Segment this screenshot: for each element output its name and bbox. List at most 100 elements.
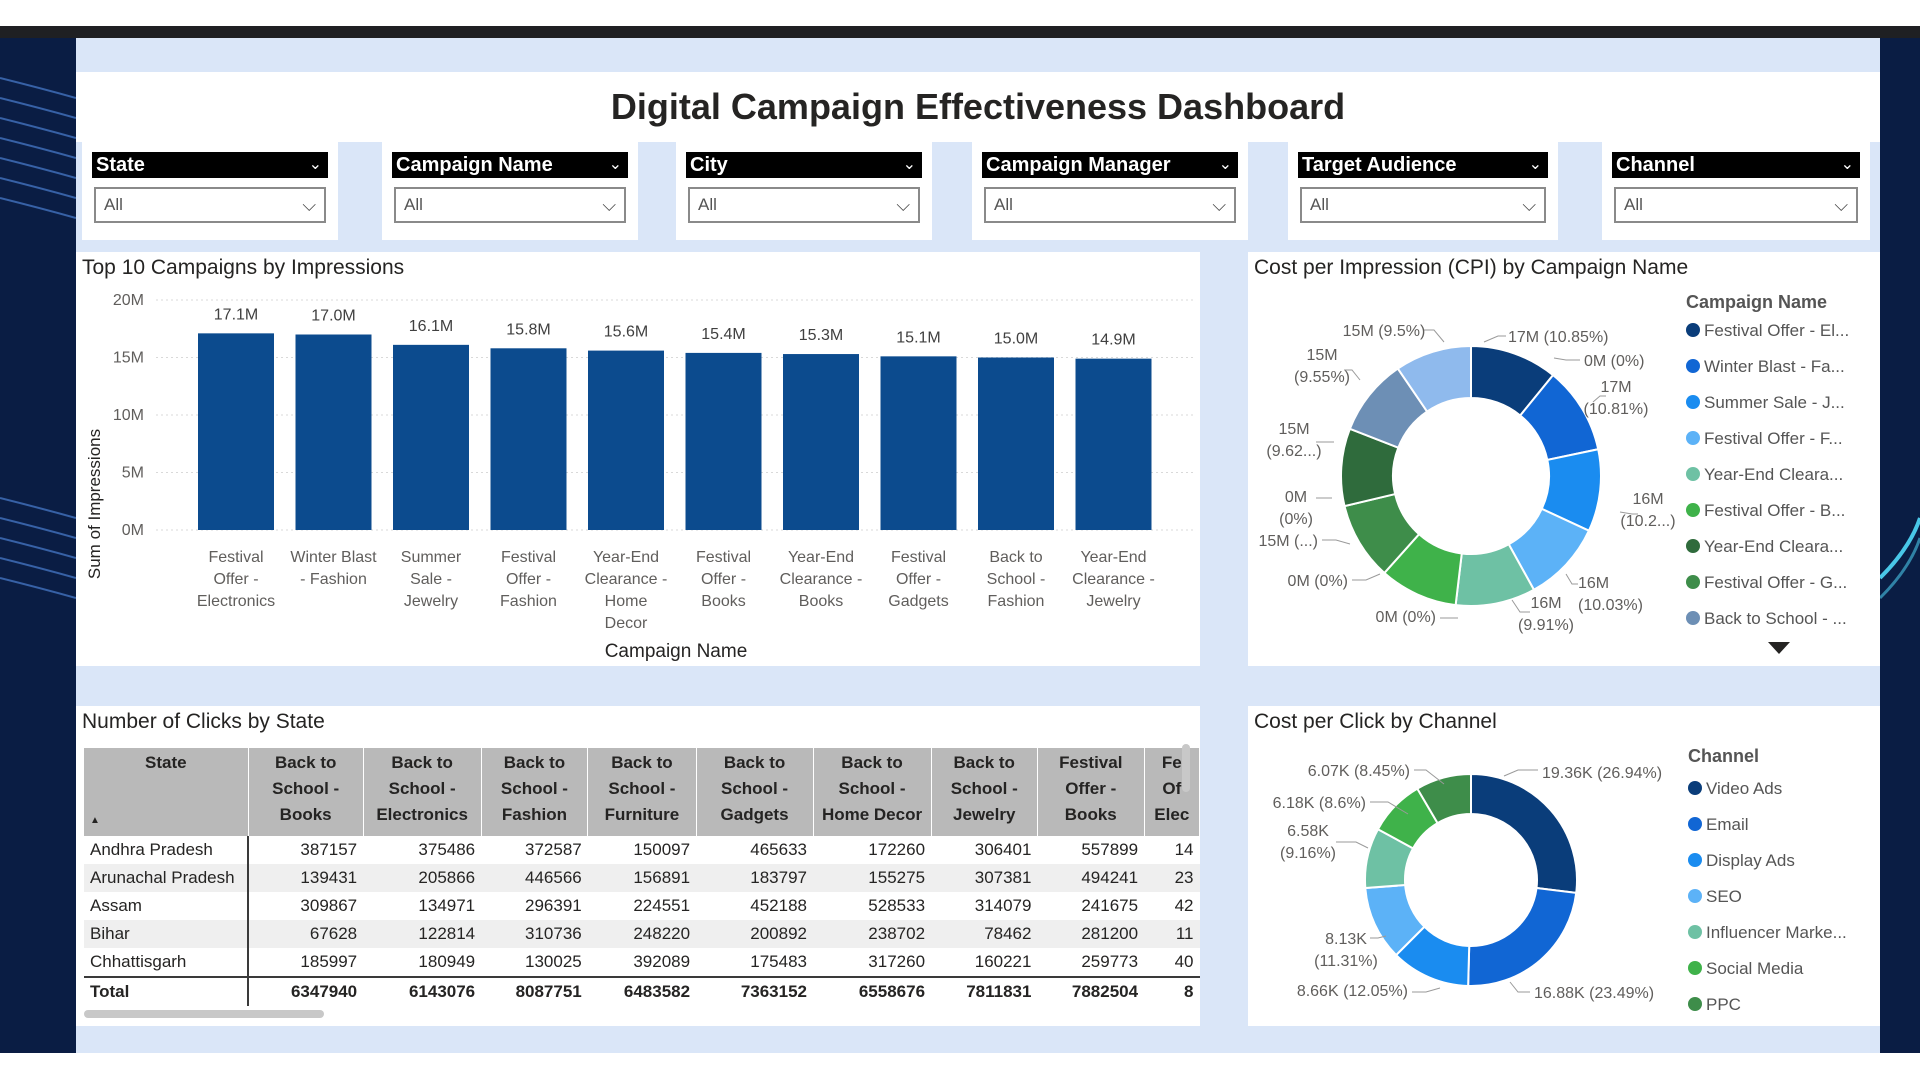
clicks-cell: 14 bbox=[1174, 840, 1194, 859]
legend-marker bbox=[1686, 503, 1700, 517]
bar[interactable] bbox=[295, 334, 372, 531]
legend-item[interactable]: Festival Offer - G... bbox=[1704, 573, 1847, 592]
legend-item[interactable]: Social Media bbox=[1706, 959, 1804, 978]
clicks-cell: 67628 bbox=[248, 920, 364, 948]
table-row[interactable]: Chhattisgarh 185997 180949 130025 392089 1754… bbox=[84, 948, 1200, 977]
table-row[interactable]: Bihar 67628 122814 310736 248220 200892 238702… bbox=[84, 920, 1200, 948]
column-header[interactable]: Festival Offer - Books bbox=[1037, 748, 1145, 836]
chevron-down-icon[interactable]: ⌄ bbox=[1529, 152, 1542, 178]
legend-item[interactable]: Winter Blast - Fa... bbox=[1704, 357, 1845, 376]
legend-item[interactable]: Festival Offer - B... bbox=[1704, 501, 1845, 520]
chevron-down-icon[interactable]: ⌵ bbox=[302, 189, 316, 221]
y-tick-label: 20M bbox=[113, 292, 144, 309]
legend-item[interactable]: PPC bbox=[1706, 995, 1741, 1014]
bar[interactable] bbox=[783, 354, 859, 530]
chevron-down-icon[interactable]: ⌄ bbox=[609, 152, 622, 178]
slice-data-label: 15M (9.62...) bbox=[1266, 421, 1321, 460]
bar[interactable] bbox=[588, 350, 664, 530]
column-header[interactable]: Back to School - Furniture bbox=[587, 748, 697, 836]
bar[interactable] bbox=[978, 357, 1054, 531]
table-row[interactable]: Arunachal Pradesh 139431 205866 446566 15689… bbox=[84, 864, 1200, 892]
chevron-down-icon[interactable]: ⌵ bbox=[602, 189, 616, 221]
table-row[interactable]: Andhra Pradesh 387157 375486 372587 150097 46… bbox=[84, 836, 1200, 864]
donut-slice[interactable] bbox=[1470, 772, 1578, 895]
bar[interactable] bbox=[393, 344, 469, 530]
chevron-down-icon[interactable]: ⌵ bbox=[1522, 189, 1536, 221]
column-header-text: Back to bbox=[611, 753, 673, 772]
slicer-dropdown[interactable]: All ⌵ bbox=[984, 187, 1236, 223]
bar[interactable] bbox=[1075, 358, 1152, 530]
legend-marker bbox=[1688, 817, 1702, 831]
chevron-down-icon[interactable]: ⌵ bbox=[1834, 189, 1848, 221]
slice-data-label: 0M (0%) bbox=[1279, 489, 1313, 528]
chevron-down-icon[interactable]: ⌄ bbox=[309, 152, 322, 178]
slicer-header: Channel ⌄ bbox=[1612, 152, 1860, 178]
right-decorative-panel bbox=[1880, 38, 1920, 1053]
bar[interactable] bbox=[685, 352, 762, 530]
horizontal-scrollbar[interactable] bbox=[84, 1010, 324, 1018]
total-cell: 6143076 bbox=[363, 976, 482, 1006]
legend-item[interactable]: Influencer Marke... bbox=[1706, 923, 1847, 942]
slice-data-label: 8.66K (12.05%) bbox=[1297, 983, 1408, 1000]
column-header[interactable]: Back to School - Home Decor bbox=[813, 748, 932, 836]
table-row[interactable]: Assam 309867 134971 296391 224551 452188 52853… bbox=[84, 892, 1200, 920]
vertical-scrollbar[interactable] bbox=[1182, 744, 1190, 792]
slice-data-label: 16M (9.91%) bbox=[1518, 595, 1574, 634]
legend-item[interactable]: Email bbox=[1706, 815, 1749, 834]
legend-marker bbox=[1686, 575, 1700, 589]
column-header[interactable]: State ▲ bbox=[84, 748, 249, 836]
slice-data-label: 19.36K (26.94%) bbox=[1542, 765, 1662, 782]
x-tick-label: Year-End Clearance -Home Decor bbox=[585, 549, 668, 632]
slicer-campaign-manager: Campaign Manager ⌄ All ⌵ bbox=[972, 142, 1248, 240]
legend-item[interactable]: Festival Offer - El... bbox=[1704, 321, 1849, 340]
cpc-donut-chart: Channel 19.36K (26.94%) 16.88K (23.49%) 8.… bbox=[1273, 746, 1847, 1014]
chevron-down-icon[interactable]: ⌄ bbox=[1219, 152, 1232, 178]
clicks-cell: 557899 bbox=[1081, 840, 1139, 859]
clicks-cell: 387157 bbox=[300, 840, 358, 859]
legend-item[interactable]: Back to School - ... bbox=[1704, 609, 1847, 628]
clicks-table-panel: Number of Clicks by State State ▲ Back to S… bbox=[76, 706, 1201, 1026]
bar[interactable] bbox=[880, 356, 957, 530]
slicer-dropdown[interactable]: All ⌵ bbox=[1300, 187, 1546, 223]
legend-item[interactable]: Display Ads bbox=[1706, 851, 1795, 870]
chevron-down-icon[interactable]: ⌄ bbox=[903, 152, 916, 178]
column-header[interactable]: Back to School - Books bbox=[248, 748, 364, 836]
legend-item[interactable]: SEO bbox=[1706, 887, 1742, 906]
column-header[interactable]: Back to School - Gadgets bbox=[696, 748, 814, 836]
cpi-donut-chart: Campaign Name 17M (10.85%) 0M (0%) 17M (10.… bbox=[1258, 292, 1849, 654]
slice-data-label: 16.88K (23.49%) bbox=[1534, 985, 1654, 1002]
column-header-text: School - bbox=[500, 779, 568, 798]
slicer-title: State bbox=[96, 154, 145, 176]
legend-item[interactable]: Video Ads bbox=[1706, 779, 1782, 798]
bar[interactable] bbox=[198, 333, 274, 530]
legend-scroll-down-icon[interactable] bbox=[1768, 642, 1790, 654]
legend-item[interactable]: Festival Offer - F... bbox=[1704, 429, 1843, 448]
clicks-cell: 42 bbox=[1174, 896, 1194, 915]
slicer-dropdown[interactable]: All ⌵ bbox=[394, 187, 626, 223]
slicer-dropdown[interactable]: All ⌵ bbox=[688, 187, 920, 223]
bar[interactable] bbox=[490, 348, 567, 530]
column-header[interactable]: Back to School - Electronics bbox=[363, 748, 482, 836]
legend-item[interactable]: Summer Sale - J... bbox=[1704, 393, 1845, 412]
column-header[interactable]: Back to School - Fashion bbox=[481, 748, 589, 836]
slice-data-label: 6.58K (9.16%) bbox=[1280, 823, 1336, 862]
total-cell: 7882504 bbox=[1037, 976, 1145, 1006]
slicer-dropdown[interactable]: All ⌵ bbox=[1614, 187, 1858, 223]
legend-marker bbox=[1686, 359, 1700, 373]
chevron-down-icon[interactable]: ⌵ bbox=[1212, 189, 1226, 221]
sort-ascending-icon[interactable]: ▲ bbox=[90, 808, 100, 834]
slicer-value: All bbox=[994, 195, 1013, 214]
chevron-down-icon[interactable]: ⌵ bbox=[896, 189, 910, 221]
column-header-text: Furniture bbox=[604, 805, 680, 824]
legend-item[interactable]: Year-End Cleara... bbox=[1704, 465, 1843, 484]
x-tick-label: Summer Sale -Jewelry bbox=[401, 549, 462, 610]
legend-item[interactable]: Year-End Cleara... bbox=[1704, 537, 1843, 556]
slicer-dropdown[interactable]: All ⌵ bbox=[94, 187, 326, 223]
column-header[interactable]: Back to School - Jewelry bbox=[931, 748, 1038, 836]
chevron-down-icon[interactable]: ⌄ bbox=[1841, 152, 1854, 178]
state-cell: Arunachal Pradesh bbox=[84, 864, 250, 892]
column-header-text: Back to bbox=[391, 753, 453, 772]
donut-slice[interactable] bbox=[1467, 886, 1578, 987]
clicks-cell: 40 bbox=[1174, 952, 1194, 971]
column-header[interactable]: Fe Of Elec bbox=[1144, 748, 1201, 836]
